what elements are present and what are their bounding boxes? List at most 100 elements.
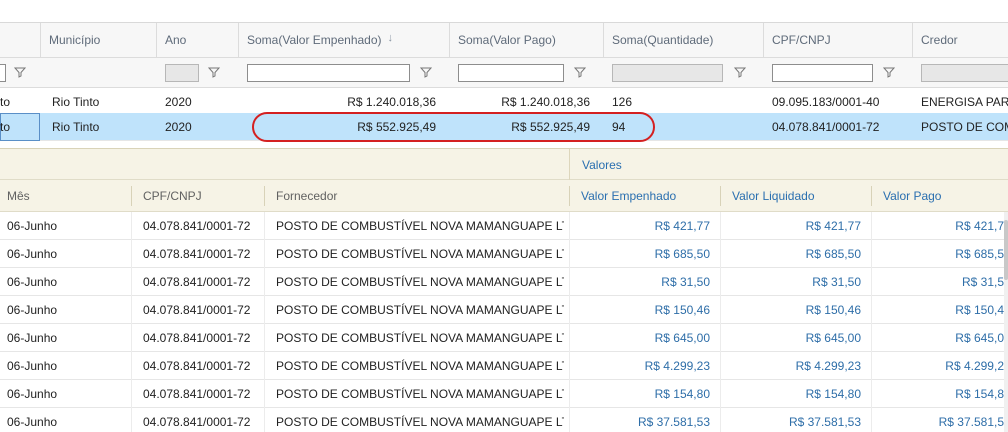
column-divider [720, 324, 721, 352]
column-divider [569, 296, 570, 324]
column-divider[interactable] [131, 186, 132, 206]
column-divider [131, 240, 132, 268]
column-divider [131, 352, 132, 380]
cell-valor-empenhado: R$ 31,50 [661, 275, 710, 289]
filter-input-cpf-cnpj[interactable] [772, 64, 873, 82]
filter-input-ano[interactable] [165, 64, 199, 82]
detail-header-mes[interactable]: Mês [7, 180, 30, 212]
filter-icon[interactable] [574, 66, 586, 78]
filter-input-first[interactable] [0, 64, 6, 82]
cell-municipio: Rio Tinto [52, 120, 100, 134]
column-divider [131, 408, 132, 432]
filter-icon[interactable] [734, 66, 746, 78]
scrollbar-thumb[interactable] [1004, 220, 1008, 280]
cell-cpf-cnpj: 04.078.841/0001-72 [772, 120, 880, 134]
column-header-credor[interactable]: Credor [912, 23, 1008, 58]
column-divider [720, 408, 721, 432]
cell-credor: ENERGISA PARAÍBA [921, 95, 1008, 109]
table-row[interactable]: 06-Junho 04.078.841/0001-72 POSTO DE COMBU… [0, 324, 1008, 352]
cell-valor-empenhado: R$ 552.925,49 [357, 120, 436, 134]
column-header-cpf-cnpj[interactable]: CPF/CNPJ [763, 23, 912, 58]
column-divider [569, 240, 570, 268]
column-header-quantidade[interactable]: Soma(Quantidade) [603, 23, 763, 58]
column-divider[interactable] [720, 186, 721, 206]
table-row[interactable]: 06-Junho 04.078.841/0001-72 POSTO DE COMBU… [0, 240, 1008, 268]
table-row[interactable]: 06-Junho 04.078.841/0001-72 POSTO DE COMBU… [0, 268, 1008, 296]
sort-descending-icon[interactable]: ↓ [388, 32, 394, 44]
filter-row [0, 58, 1008, 88]
column-divider [569, 324, 570, 352]
filter-icon[interactable] [14, 66, 26, 78]
column-divider [264, 240, 265, 268]
table-row[interactable]: 06-Junho 04.078.841/0001-72 POSTO DE COMBU… [0, 380, 1008, 408]
cell-valor-pago: R$ 1.240.018,36 [501, 95, 590, 109]
table-row[interactable]: 06-Junho 04.078.841/0001-72 POSTO DE COMBU… [0, 212, 1008, 240]
column-divider [720, 380, 721, 408]
column-divider [871, 212, 872, 240]
cell-ano: 2020 [165, 95, 192, 109]
column-divider [264, 324, 265, 352]
column-divider [131, 324, 132, 352]
column-divider[interactable] [569, 186, 570, 206]
table-row[interactable]: to Rio Tinto 2020 R$ 1.240.018,36 R$ 1.2… [0, 88, 1008, 116]
filter-icon[interactable] [883, 66, 895, 78]
cell-mes: 06-Junho [7, 415, 58, 429]
cell-valor-pago: R$ 552.925,49 [511, 120, 590, 134]
filter-icon[interactable] [208, 66, 220, 78]
column-divider [264, 352, 265, 380]
detail-header-valor-liquidado[interactable]: Valor Liquidado [732, 180, 815, 212]
cell-fornecedor: POSTO DE COMBUSTÍVEL NOVA MAMANGUAPE LT.… [276, 275, 564, 289]
table-row[interactable]: 06-Junho 04.078.841/0001-72 POSTO DE COMBU… [0, 296, 1008, 324]
vertical-scrollbar[interactable] [1004, 212, 1008, 432]
cell-quantidade: 94 [612, 120, 626, 134]
detail-header-valor-empenhado[interactable]: Valor Empenhado [581, 180, 676, 212]
column-divider[interactable] [264, 186, 265, 206]
column-divider [131, 212, 132, 240]
table-row[interactable]: 06-Junho 04.078.841/0001-72 POSTO DE COMBU… [0, 352, 1008, 380]
column-divider [871, 296, 872, 324]
detail-header-fornecedor[interactable]: Fornecedor [276, 180, 337, 212]
cell-mes: 06-Junho [7, 331, 58, 345]
detail-header-cpf-cnpj[interactable]: CPF/CNPJ [143, 180, 202, 212]
column-divider [264, 212, 265, 240]
group-header-valores: Valores [569, 149, 622, 181]
cell-quantidade: 126 [612, 95, 633, 109]
cell-fornecedor: POSTO DE COMBUSTÍVEL NOVA MAMANGUAPE LT.… [276, 331, 564, 345]
column-header-valor-empenhado[interactable]: Soma(Valor Empenhado) ↓ [238, 23, 449, 58]
column-divider [264, 408, 265, 432]
cell-valor-liquidado: R$ 31,50 [812, 275, 861, 289]
filter-icon[interactable] [420, 66, 432, 78]
filter-input-valor-pago[interactable] [458, 64, 564, 82]
column-divider [720, 352, 721, 380]
filter-input-valor-empenhado[interactable] [247, 64, 410, 82]
cell-valor-liquidado: R$ 685,50 [805, 247, 861, 261]
table-row[interactable]: 06-Junho 04.078.841/0001-72 POSTO DE COMBU… [0, 408, 1008, 432]
cell-valor-empenhado: R$ 421,77 [654, 219, 710, 233]
cell-mes: 06-Junho [7, 387, 58, 401]
cell-cpf-cnpj: 04.078.841/0001-72 [143, 219, 251, 233]
column-divider [569, 352, 570, 380]
column-divider [264, 268, 265, 296]
column-divider [871, 408, 872, 432]
cell-ano: 2020 [165, 120, 192, 134]
cell-cpf-cnpj: 09.095.183/0001-40 [772, 95, 880, 109]
cell-first: to [0, 120, 11, 134]
column-divider [720, 212, 721, 240]
column-divider [871, 324, 872, 352]
filter-input-credor[interactable] [921, 64, 1008, 82]
cell-mes: 06-Junho [7, 359, 58, 373]
column-divider [871, 380, 872, 408]
column-header-ano[interactable]: Ano [156, 23, 238, 58]
column-divider [131, 380, 132, 408]
cell-valor-empenhado: R$ 154,80 [654, 387, 710, 401]
cell-fornecedor: POSTO DE COMBUSTÍVEL NOVA MAMANGUAPE LT.… [276, 415, 564, 429]
table-row-selected[interactable]: to Rio Tinto 2020 R$ 552.925,49 R$ 552.9… [0, 113, 1008, 141]
filter-input-quantidade[interactable] [612, 64, 723, 82]
detail-header-valor-pago[interactable]: Valor Pago [883, 180, 941, 212]
column-header-municipio[interactable]: Município [40, 23, 156, 58]
cell-valor-empenhado: R$ 645,00 [654, 331, 710, 345]
column-header-valor-pago[interactable]: Soma(Valor Pago) [449, 23, 603, 58]
cell-valor-empenhado: R$ 37.581,53 [637, 415, 710, 429]
column-divider[interactable] [871, 186, 872, 206]
column-divider [871, 268, 872, 296]
